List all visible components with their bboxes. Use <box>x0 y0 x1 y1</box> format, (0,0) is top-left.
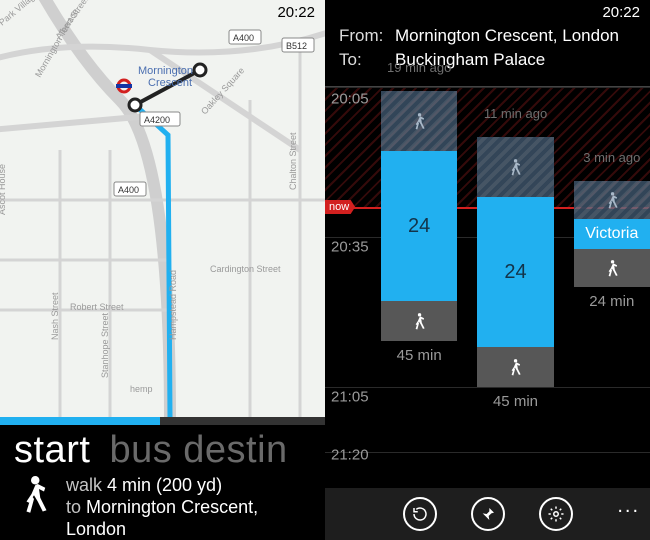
svg-text:Ascot House: Ascot House <box>0 164 7 215</box>
walk-segment <box>477 137 553 197</box>
refresh-button[interactable] <box>403 497 437 531</box>
from-label: From: <box>339 26 385 46</box>
progress-bar <box>0 417 325 425</box>
transit-option[interactable]: 19 min ago2445 min <box>381 87 457 456</box>
bus-segment: 24 <box>477 197 553 347</box>
more-button[interactable]: ... <box>617 495 640 518</box>
svg-text:Nash Street: Nash Street <box>50 292 60 340</box>
time-tick: 20:05 <box>331 91 369 108</box>
time-tick: 20:35 <box>331 239 369 256</box>
svg-text:Robert Street: Robert Street <box>70 302 124 312</box>
app-bar: ... <box>325 488 650 540</box>
transit-option[interactable]: 3 min ago Victoria 24 min <box>574 87 650 456</box>
refresh-icon <box>411 505 429 523</box>
pin-icon <box>480 506 496 522</box>
time-tick: 21:20 <box>331 447 369 464</box>
walk-segment <box>477 347 553 387</box>
gear-icon <box>547 505 565 523</box>
svg-text:Crescent: Crescent <box>148 77 192 89</box>
map-directions-pane: 20:22 Mornington Cres <box>0 0 325 540</box>
status-clock: 20:22 <box>602 4 640 21</box>
svg-text:A400: A400 <box>118 185 139 195</box>
tube-segment: Victoria <box>574 219 650 249</box>
route-header: From: Mornington Crescent, London To: Bu… <box>325 0 650 82</box>
direction-step[interactable]: walk 4 min (200 yd) to Mornington Cresce… <box>14 474 311 540</box>
walk-icon <box>14 474 54 514</box>
svg-text:Mornington: Mornington <box>138 65 193 77</box>
svg-text:A4200: A4200 <box>144 115 170 125</box>
from-value[interactable]: Mornington Crescent, London <box>395 26 619 46</box>
underground-roundel-icon <box>116 80 132 92</box>
tab-others[interactable]: bus destin <box>109 429 287 471</box>
svg-text:B512: B512 <box>286 41 307 51</box>
departed-ago: 19 min ago <box>381 61 457 75</box>
directions-panel: start bus destin walk 4 min (200 yd) to … <box>0 425 325 540</box>
departed-ago: 11 min ago <box>477 107 553 121</box>
svg-text:hemp: hemp <box>130 384 153 394</box>
now-flag: now <box>325 200 355 214</box>
svg-text:Stanhope Street: Stanhope Street <box>100 312 110 378</box>
time-tick: 21:05 <box>331 389 369 406</box>
svg-text:Cardington Street: Cardington Street <box>210 264 281 274</box>
timeline-chart[interactable]: 20:05 20:35 21:05 21:20 now 19 min ago24… <box>325 86 650 456</box>
trip-duration: 45 min <box>381 347 457 364</box>
bus-segment: 24 <box>381 151 457 301</box>
trip-duration: 24 min <box>574 293 650 310</box>
walk-segment <box>574 181 650 219</box>
svg-text:Chalton Street: Chalton Street <box>288 132 298 190</box>
departed-ago: 3 min ago <box>574 151 650 165</box>
tab-start[interactable]: start <box>14 429 90 471</box>
transit-option[interactable]: 11 min ago 24 45 min <box>477 87 553 456</box>
svg-text:A400: A400 <box>233 33 254 43</box>
trip-duration: 45 min <box>477 393 553 410</box>
walk-segment <box>381 91 457 151</box>
walk-segment <box>381 301 457 341</box>
settings-button[interactable] <box>539 497 573 531</box>
pivot-tabs[interactable]: start bus destin <box>14 429 311 472</box>
pin-button[interactable] <box>471 497 505 531</box>
to-label: To: <box>339 50 385 70</box>
direction-step-text: walk 4 min (200 yd) to Mornington Cresce… <box>66 474 311 540</box>
status-clock: 20:22 <box>277 4 315 21</box>
svg-text:Hampstead Road: Hampstead Road <box>168 270 178 340</box>
transit-timeline-pane: 20:22 From: Mornington Crescent, London … <box>325 0 650 540</box>
walk-segment <box>574 249 650 287</box>
